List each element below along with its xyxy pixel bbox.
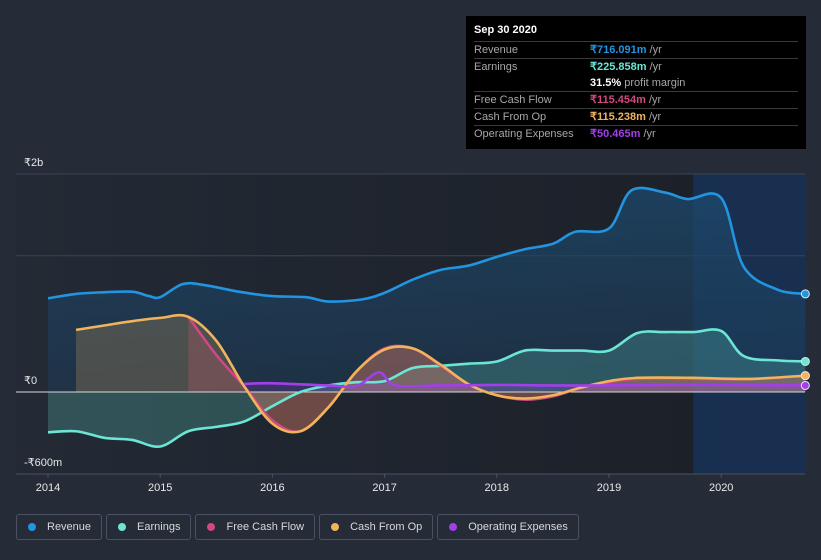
legend-dot-icon bbox=[207, 523, 216, 531]
tooltip-row-label: Free Cash Flow bbox=[474, 94, 552, 106]
legend-label: Revenue bbox=[47, 521, 92, 533]
legend-item-free-cash-flow[interactable]: Free Cash Flow bbox=[195, 514, 316, 540]
tooltip-row-value: ₹716.091m /yr bbox=[590, 44, 662, 56]
y-tick-label: -₹600m bbox=[24, 457, 62, 469]
x-tick-label: 2018 bbox=[485, 482, 509, 494]
tooltip-row-label: Cash From Op bbox=[474, 111, 547, 123]
tooltip-row-label: Operating Expenses bbox=[474, 128, 574, 140]
legend-dot-icon bbox=[28, 523, 36, 531]
cash-from-op-endpoint[interactable] bbox=[800, 371, 810, 381]
tooltip-row-value: ₹50.465m /yr bbox=[590, 128, 656, 140]
legend-dot-icon bbox=[331, 523, 340, 531]
tooltip-row-label: Revenue bbox=[474, 44, 519, 56]
tooltip-row-earnings: Earnings ₹225.858m /yr bbox=[474, 59, 798, 75]
legend-item-earnings[interactable]: Earnings bbox=[106, 514, 192, 540]
x-tick-label: 2014 bbox=[36, 482, 60, 494]
tooltip-row-value: 31.5% profit margin bbox=[590, 77, 686, 89]
tooltip-row-revenue: Revenue ₹716.091m /yr bbox=[474, 42, 798, 59]
x-tick-label: 2015 bbox=[148, 482, 172, 494]
x-tick-label: 2020 bbox=[709, 482, 733, 494]
legend-label: Cash From Op bbox=[350, 521, 423, 533]
tooltip-row-value: ₹115.238m /yr bbox=[590, 111, 662, 123]
legend-dot-icon bbox=[118, 523, 127, 531]
legend-label: Free Cash Flow bbox=[226, 521, 305, 533]
x-tick-label: 2019 bbox=[597, 482, 621, 494]
revenue-endpoint[interactable] bbox=[800, 289, 810, 299]
y-tick-label: ₹2b bbox=[24, 157, 43, 169]
earnings-endpoint[interactable] bbox=[800, 356, 810, 366]
tooltip-row-value: ₹115.454m /yr bbox=[590, 94, 662, 106]
x-tick-label: 2016 bbox=[260, 482, 284, 494]
tooltip-row-profit-margin: 31.5% profit margin bbox=[474, 75, 798, 92]
x-tick-label: 2017 bbox=[372, 482, 396, 494]
legend-item-revenue[interactable]: Revenue bbox=[16, 514, 103, 540]
y-tick-label: ₹0 bbox=[24, 375, 37, 387]
tooltip-row-label: Earnings bbox=[474, 61, 518, 73]
legend-dot-icon bbox=[449, 523, 458, 531]
tooltip-date: Sep 30 2020 bbox=[474, 23, 798, 42]
operating-expenses-endpoint[interactable] bbox=[800, 380, 810, 390]
legend-label: Operating Expenses bbox=[468, 521, 568, 533]
legend-item-cash-from-op[interactable]: Cash From Op bbox=[319, 514, 434, 540]
legend-label: Earnings bbox=[137, 521, 181, 533]
tooltip-row-label bbox=[474, 75, 590, 91]
tooltip-row-free-cash-flow: Free Cash Flow ₹115.454m /yr bbox=[474, 92, 798, 109]
tooltip-row-operating-expenses: Operating Expenses ₹50.465m /yr bbox=[474, 126, 798, 142]
legend-item-operating-expenses[interactable]: Operating Expenses bbox=[437, 514, 579, 540]
tooltip-row-value: ₹225.858m /yr bbox=[590, 61, 662, 73]
tooltip: Sep 30 2020 Revenue ₹716.091m /yr Earnings… bbox=[466, 16, 806, 149]
legend: Revenue Earnings Free Cash Flow Cash From O… bbox=[16, 514, 579, 540]
tooltip-row-cash-from-op: Cash From Op ₹115.238m /yr bbox=[474, 109, 798, 126]
